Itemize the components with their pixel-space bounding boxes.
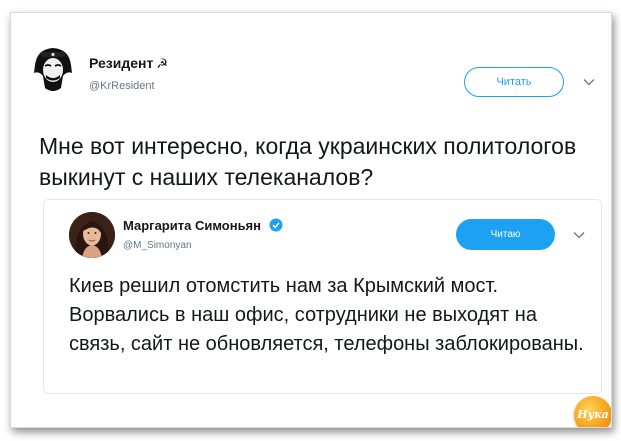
outer-tweet-text: Мне вот интересно, когда украинских поли… bbox=[39, 133, 577, 190]
quoted-tweet-text: Киев решил отомстить нам за Крымский мос… bbox=[69, 275, 584, 355]
outer-author-avatar[interactable] bbox=[27, 43, 79, 95]
quoted-author-name[interactable]: Маргарита Симоньян bbox=[123, 218, 283, 235]
mask-avatar-icon bbox=[34, 48, 72, 91]
outer-author-name-text[interactable]: Резидент bbox=[89, 55, 153, 71]
quoted-author-name-text[interactable]: Маргарита Симоньян bbox=[123, 218, 261, 233]
hammer-sickle-icon: ☭ bbox=[156, 56, 168, 71]
quoted-author-handle[interactable]: @M_Simonyan bbox=[123, 240, 192, 251]
following-button[interactable]: Читаю bbox=[456, 219, 555, 250]
chevron-down-icon[interactable] bbox=[582, 75, 596, 89]
quoted-author-avatar[interactable] bbox=[69, 212, 115, 258]
chevron-down-icon[interactable] bbox=[572, 228, 586, 242]
follow-button[interactable]: Читать bbox=[464, 67, 564, 97]
portrait-avatar-icon bbox=[69, 212, 115, 258]
outer-author-name[interactable]: Резидент ☭ bbox=[89, 55, 168, 72]
screenshot-frame: Резидент ☭ @KrResident Читать Мне вот инт… bbox=[10, 12, 612, 428]
verified-badge-icon bbox=[269, 218, 283, 235]
quoted-tweet-card[interactable]: Маргарита Симоньян @M_Simonyan Читаю Кие… bbox=[43, 199, 602, 394]
watermark-logo: Нука bbox=[574, 396, 611, 427]
outer-author-handle[interactable]: @KrResident bbox=[89, 80, 155, 92]
watermark-logo-label: Нука bbox=[577, 408, 609, 421]
